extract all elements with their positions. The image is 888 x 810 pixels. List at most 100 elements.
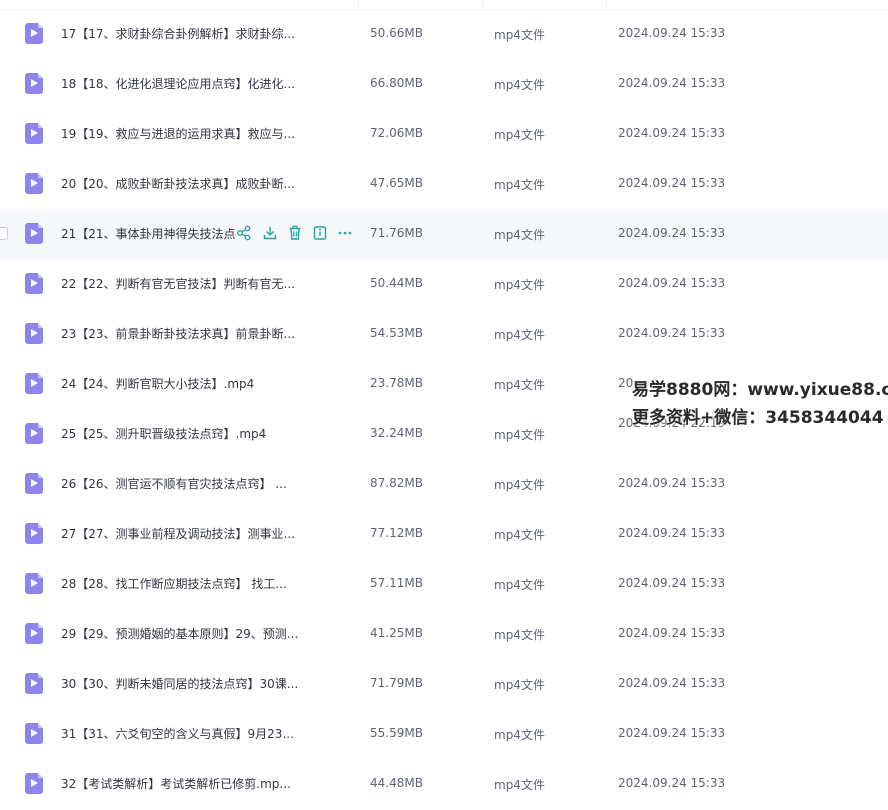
file-size: 44.48MB — [370, 776, 423, 790]
video-file-icon — [25, 523, 43, 544]
file-size: 87.82MB — [370, 476, 423, 490]
file-name[interactable]: 21【21、事体卦用神得失技法点 — [61, 225, 236, 242]
file-row[interactable]: 18【18、化进化退理论应用点窍】化进化... 66.80MB mp4文件 20… — [0, 60, 888, 110]
file-type: mp4文件 — [494, 578, 545, 592]
file-row[interactable]: 28【28、找工作断应期技法点窍】 找工... 57.11MB mp4文件 20… — [0, 560, 888, 610]
file-type: mp4文件 — [494, 78, 545, 92]
row-checkbox[interactable] — [0, 227, 8, 240]
file-name[interactable]: 18【18、化进化退理论应用点窍】化进化... — [61, 75, 295, 92]
watermark-line-2: 更多资料+微信：3458344044 — [632, 408, 884, 428]
video-file-icon — [25, 173, 43, 194]
file-type: mp4文件 — [494, 628, 545, 642]
file-row[interactable]: 32【考试类解析】考试类解析已修剪.mp... 44.48MB mp4文件 20… — [0, 760, 888, 810]
video-file-icon — [25, 373, 43, 394]
file-row[interactable]: 27【27、测事业前程及调动技法】测事业... 77.12MB mp4文件 20… — [0, 510, 888, 560]
file-size: 72.06MB — [370, 126, 423, 140]
file-name[interactable]: 20【20、成败卦断卦技法求真】成败卦断... — [61, 175, 295, 192]
file-type: mp4文件 — [494, 528, 545, 542]
video-file-icon — [25, 323, 43, 344]
file-size: 41.25MB — [370, 626, 423, 640]
file-name[interactable]: 26【26、测官运不顺有官灾技法点窍】 ... — [61, 475, 287, 492]
file-date: 2024.09.24 15:33 — [618, 326, 726, 340]
video-file-icon — [25, 723, 43, 744]
file-size: 71.79MB — [370, 676, 423, 690]
watermark-line-1: 易学8880网：www.yixue88.cn — [632, 380, 888, 400]
file-row[interactable]: 26【26、测官运不顺有官灾技法点窍】 ... 87.82MB mp4文件 20… — [0, 460, 888, 510]
file-type: mp4文件 — [494, 328, 545, 342]
file-type: mp4文件 — [494, 428, 545, 442]
file-date: 2024.09.24 15:33 — [618, 726, 726, 740]
file-type: mp4文件 — [494, 678, 545, 692]
file-date: 2024.09.24 15:33 — [618, 676, 726, 690]
file-type: mp4文件 — [494, 178, 545, 192]
file-row[interactable]: 17【17、求财卦综合卦例解析】求财卦综... 50.66MB mp4文件 20… — [0, 10, 888, 60]
file-type: mp4文件 — [494, 378, 545, 392]
file-date: 2024.09.24 15:33 — [618, 126, 726, 140]
video-file-icon — [25, 23, 43, 44]
file-date: 2024.09.24 15:33 — [618, 526, 726, 540]
file-date: 2024.09.24 15:33 — [618, 626, 726, 640]
file-name[interactable]: 19【19、救应与进退的运用求真】救应与... — [61, 125, 295, 142]
file-type: mp4文件 — [494, 228, 545, 242]
file-row[interactable]: 29【29、预测婚姻的基本原则】29、预测... 41.25MB mp4文件 2… — [0, 610, 888, 660]
file-row[interactable]: 22【22、判断有官无官技法】判断有官无... 50.44MB mp4文件 20… — [0, 260, 888, 310]
delete-icon[interactable] — [287, 224, 303, 242]
video-file-icon — [25, 123, 43, 144]
file-date: 2024.09.24 15:33 — [618, 776, 726, 790]
file-name[interactable]: 24【24、判断官职大小技法】.mp4 — [61, 375, 254, 392]
video-file-icon — [25, 773, 43, 794]
file-date: 2024.09.24 15:33 — [618, 26, 726, 40]
share-icon[interactable] — [236, 224, 252, 242]
file-name[interactable]: 31【31、六爻旬空的含义与真假】9月23... — [61, 725, 294, 742]
file-size: 50.66MB — [370, 26, 423, 40]
file-type: mp4文件 — [494, 28, 545, 42]
file-row-hovered[interactable]: 21【21、事体卦用神得失技法点 71.76MB mp4文件 2024.09.2… — [0, 210, 888, 260]
file-name[interactable]: 28【28、找工作断应期技法点窍】 找工... — [61, 575, 287, 592]
file-size: 55.59MB — [370, 726, 423, 740]
file-name[interactable]: 17【17、求财卦综合卦例解析】求财卦综... — [61, 25, 295, 42]
file-date: 2024.09.24 15:33 — [618, 226, 726, 240]
file-row[interactable]: 30【30、判断未婚同居的技法点窍】30课... 71.79MB mp4文件 2… — [0, 660, 888, 710]
video-file-icon — [25, 573, 43, 594]
file-type: mp4文件 — [494, 128, 545, 142]
file-size: 32.24MB — [370, 426, 423, 440]
more-icon[interactable] — [337, 224, 353, 242]
file-name[interactable]: 23【23、前景卦断卦技法求真】前景卦断... — [61, 325, 295, 342]
file-date: 2024.09.24 15:33 — [618, 76, 726, 90]
file-size: 47.65MB — [370, 176, 423, 190]
file-size: 57.11MB — [370, 576, 423, 590]
video-file-icon — [25, 623, 43, 644]
info-icon[interactable] — [312, 224, 328, 242]
column-divider — [606, 0, 607, 9]
download-icon[interactable] — [262, 224, 278, 242]
file-date: 2024.09.24 15:33 — [618, 476, 726, 490]
file-row[interactable]: 31【31、六爻旬空的含义与真假】9月23... 55.59MB mp4文件 2… — [0, 710, 888, 760]
video-file-icon — [25, 223, 43, 244]
file-date: 20 — [618, 376, 634, 390]
file-name[interactable]: 27【27、测事业前程及调动技法】测事业... — [61, 525, 295, 542]
file-row[interactable]: 20【20、成败卦断卦技法求真】成败卦断... 47.65MB mp4文件 20… — [0, 160, 888, 210]
file-type: mp4文件 — [494, 278, 545, 292]
file-size: 77.12MB — [370, 526, 423, 540]
file-size: 23.78MB — [370, 376, 423, 390]
file-size: 66.80MB — [370, 76, 423, 90]
video-file-icon — [25, 673, 43, 694]
file-type: mp4文件 — [494, 478, 545, 492]
file-name[interactable]: 32【考试类解析】考试类解析已修剪.mp... — [61, 775, 291, 792]
file-name[interactable]: 29【29、预测婚姻的基本原则】29、预测... — [61, 625, 298, 642]
file-type: mp4文件 — [494, 778, 545, 792]
file-date: 2024.09.24 15:33 — [618, 176, 726, 190]
table-header-strip — [0, 0, 888, 10]
column-divider — [483, 0, 484, 9]
file-row[interactable]: 23【23、前景卦断卦技法求真】前景卦断... 54.53MB mp4文件 20… — [0, 310, 888, 360]
file-name[interactable]: 25【25、测升职晋级技法点窍】.mp4 — [61, 425, 266, 442]
watermark: 易学8880网：www.yixue88.cn 更多资料+微信：345834404… — [632, 376, 888, 432]
file-size: 54.53MB — [370, 326, 423, 340]
file-row[interactable]: 19【19、救应与进退的运用求真】救应与... 72.06MB mp4文件 20… — [0, 110, 888, 160]
file-name[interactable]: 30【30、判断未婚同居的技法点窍】30课... — [61, 675, 298, 692]
file-type: mp4文件 — [494, 728, 545, 742]
file-name[interactable]: 22【22、判断有官无官技法】判断有官无... — [61, 275, 295, 292]
file-date: 2024.09.24 15:33 — [618, 576, 726, 590]
video-file-icon — [25, 473, 43, 494]
video-file-icon — [25, 73, 43, 94]
